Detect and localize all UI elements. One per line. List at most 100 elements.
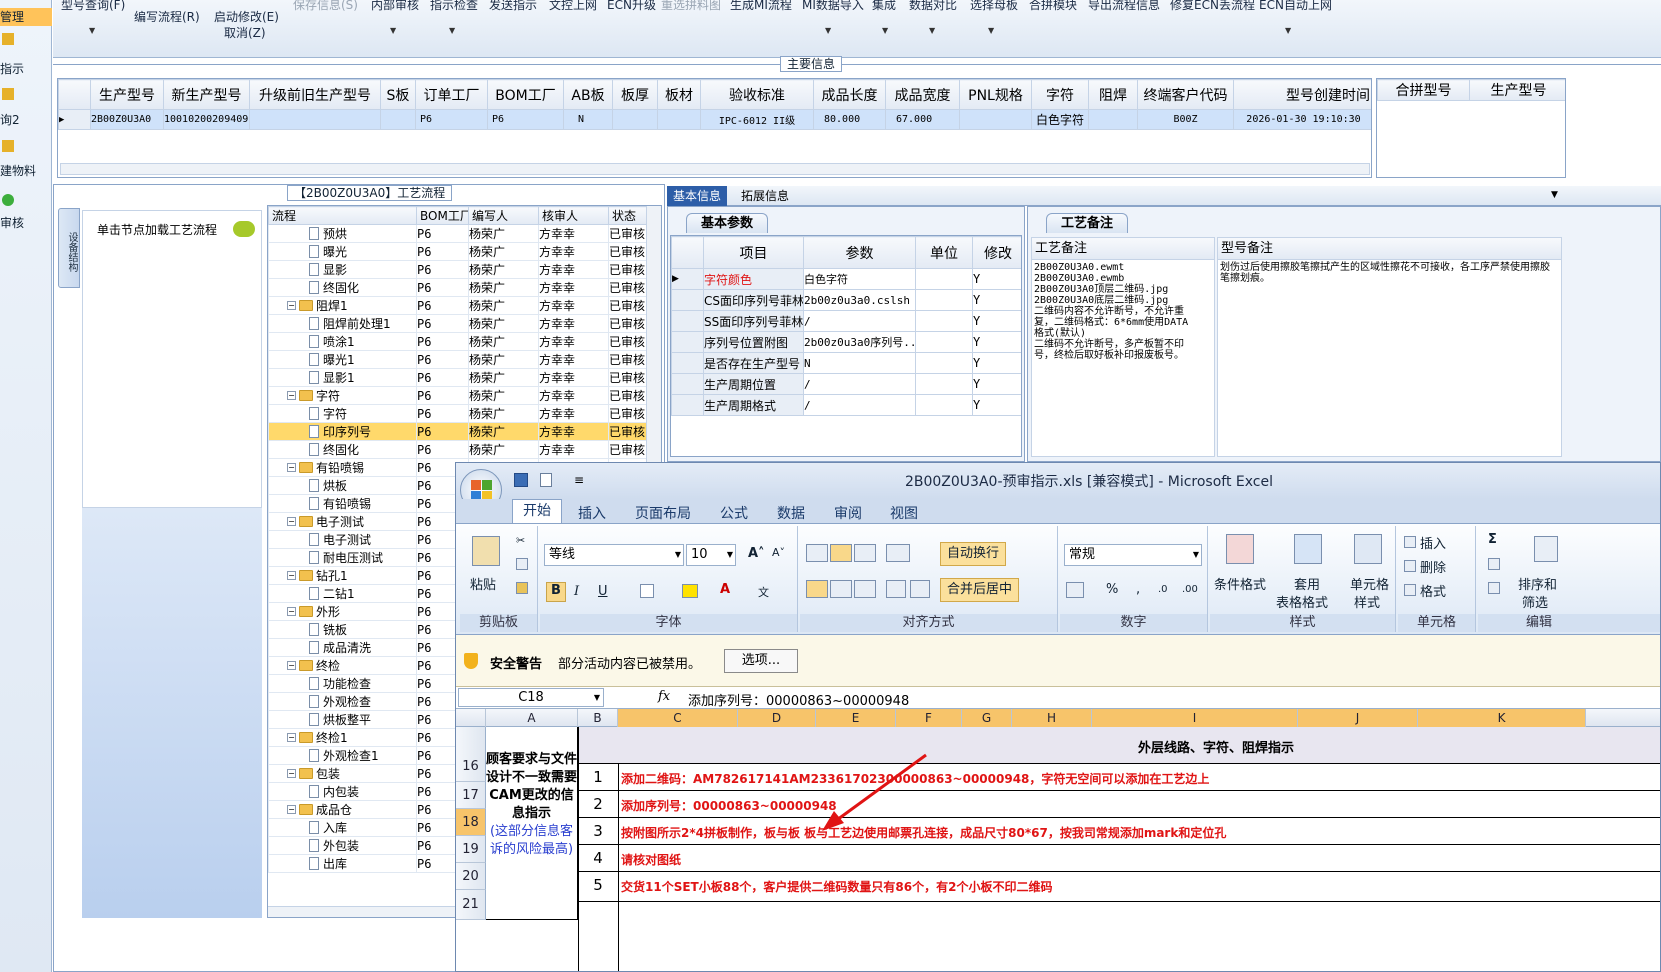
cell[interactable]: 字符颜色 (703, 268, 804, 290)
cell[interactable]: N (803, 352, 916, 374)
col-header[interactable]: PNL规格 (959, 79, 1032, 110)
collapse-icon[interactable]: − (287, 571, 296, 580)
mi-import-button[interactable]: MI数据导入 (802, 0, 864, 13)
cell-style-label[interactable]: 样式 (1354, 592, 1380, 611)
collapse-icon[interactable]: − (287, 301, 296, 310)
cell[interactable]: 2B00Z0U3A0 (90, 109, 164, 130)
chevron-down-icon[interactable]: ▼ (89, 26, 95, 35)
nav-item-review[interactable]: 审核 (0, 214, 52, 231)
row-header-18[interactable]: 18 (456, 809, 486, 836)
font-size-select[interactable]: 10 ▼ (686, 544, 736, 566)
model-note-text[interactable]: 划伤过后使用擦胶笔擦拭产生的区域性擦花不可接收，各工序严禁使用擦胶笔擦划痕。 (1218, 260, 1561, 286)
col-header[interactable]: 板厚 (612, 79, 658, 110)
col-header[interactable]: 生产型号 (90, 79, 164, 110)
instruction-text[interactable]: 交货11个SET小板88个，客户提供二维码数量只有86个，有2个小板不印二维码 (621, 878, 1052, 895)
table-row[interactable]: − 阻焊1 P6 杨荣广 方幸幸 已审核 (268, 296, 649, 315)
cell[interactable] (915, 331, 973, 353)
clear-icon[interactable] (1488, 582, 1500, 594)
collapse-icon[interactable]: − (287, 733, 296, 742)
collapse-icon[interactable]: − (287, 517, 296, 526)
chevron-down-icon[interactable]: ▼ (449, 26, 455, 35)
cell[interactable] (915, 373, 973, 395)
table-row[interactable]: 是否存在生产型号 N Y (671, 352, 1021, 374)
column-header-j[interactable]: J (1298, 709, 1418, 727)
chevron-down-icon[interactable]: ▼ (1551, 190, 1558, 200)
cell[interactable]: P6 (487, 109, 564, 130)
tab-insert[interactable]: 插入 (578, 503, 606, 523)
tree-node[interactable]: 铣板 (268, 620, 417, 639)
column-header-b[interactable]: B (578, 709, 618, 727)
chevron-down-icon[interactable]: ▼ (1285, 26, 1291, 35)
tree-node[interactable]: − 外形 (268, 602, 417, 621)
cut-icon[interactable]: ✂ (516, 534, 525, 547)
ecn-auto-online-button[interactable]: ECN自动上网 (1259, 0, 1332, 13)
options-button[interactable]: 选项... (724, 649, 798, 673)
merged-cell-a[interactable]: 顾客要求与文件设计不一致需要CAM更改的信息指示 (这部分信息客诉的风险最高) (486, 727, 578, 920)
fill-color-icon[interactable] (682, 584, 698, 598)
tree-node[interactable]: 字符 (268, 404, 417, 423)
tab-view[interactable]: 视图 (890, 503, 918, 523)
col-header[interactable]: 终端客户代码 (1137, 79, 1234, 110)
col-header[interactable]: 核审人 (538, 206, 609, 225)
basic-params-tab[interactable]: 基本参数 (686, 213, 769, 233)
tree-node[interactable]: − 有铅喷锡 (268, 458, 417, 477)
cell-style-button[interactable]: 单元格 (1350, 574, 1389, 593)
col-header[interactable]: 合拼型号 (1377, 79, 1470, 101)
table-row[interactable]: 字符 P6 杨荣广 方幸幸 已审核 (268, 404, 649, 423)
table-row[interactable]: CS面印序列号菲林 2b00z0u3a0.cslsh Y (671, 289, 1021, 311)
col-header[interactable]: BOM工厂 (487, 79, 564, 110)
column-header-e[interactable]: E (816, 709, 896, 727)
table-row[interactable]: 喷涂1 P6 杨荣广 方幸幸 已审核 (268, 332, 649, 351)
column-header-a[interactable]: A (486, 709, 578, 727)
col-header[interactable]: 订单工厂 (415, 79, 488, 110)
chevron-down-icon[interactable]: ▼ (988, 26, 994, 35)
process-notes-tab[interactable]: 工艺备注 (1046, 213, 1129, 233)
tree-node[interactable]: − 字符 (268, 386, 417, 405)
table-row[interactable]: 曝光1 P6 杨荣广 方幸幸 已审核 (268, 350, 649, 369)
row-header-17[interactable]: 17 (456, 782, 486, 809)
insert-icon[interactable] (1404, 536, 1416, 548)
cell[interactable]: 生产周期格式 (703, 394, 804, 416)
bold-icon[interactable]: B (546, 582, 566, 602)
cell[interactable]: 80.000 (813, 109, 886, 130)
table-row[interactable]: 终固化 P6 杨荣广 方幸幸 已审核 (268, 440, 649, 459)
start-modify-button[interactable]: 启动修改(E) (214, 8, 279, 25)
merge-center-button[interactable]: 合并后居中 (940, 578, 1020, 602)
cell[interactable]: IPC-6012 II级 (700, 109, 814, 130)
column-header-k[interactable]: K (1418, 709, 1586, 727)
tree-node[interactable]: 烘板 (268, 476, 417, 495)
header-cell[interactable]: 外层线路、字符、阻焊指示 (578, 727, 1660, 764)
column-header-d[interactable]: D (738, 709, 816, 727)
chevron-down-icon[interactable]: ▼ (882, 26, 888, 35)
save-info-button[interactable]: 保存信息(S) (293, 0, 358, 13)
cell[interactable] (915, 394, 973, 416)
tree-node[interactable]: 显影 (268, 260, 417, 279)
cell[interactable]: Y (972, 268, 1021, 290)
col-header[interactable]: 单位 (915, 236, 973, 269)
tab-home[interactable]: 开始 (512, 499, 562, 523)
sheet-row[interactable]: 1 添加二维码：AM782617141AM23361702300000863~00… (578, 764, 1660, 791)
tree-node[interactable]: − 终检 (268, 656, 417, 675)
cell[interactable]: Y (972, 289, 1021, 311)
align-middle-icon[interactable] (830, 544, 852, 562)
tree-node[interactable]: 二钻1 (268, 584, 417, 603)
cell[interactable]: Y (972, 331, 1021, 353)
table-row[interactable]: ▶ 字符颜色 白色字符 Y (671, 268, 1021, 290)
cell[interactable] (612, 109, 658, 130)
column-header-h[interactable]: H (1012, 709, 1092, 727)
model-query-button[interactable]: 型号查询(F) (61, 0, 125, 13)
cell[interactable] (657, 109, 701, 130)
collapse-icon[interactable]: − (287, 805, 296, 814)
cell[interactable]: SS面印序列号菲林 (703, 310, 804, 332)
chevron-down-icon[interactable]: ▼ (390, 26, 396, 35)
column-header-g[interactable]: G (962, 709, 1012, 727)
font-color-icon[interactable]: A (720, 582, 730, 597)
row-header-16[interactable]: 16 (456, 727, 486, 782)
col-header[interactable]: 项目 (703, 236, 804, 269)
col-header[interactable]: 阻焊 (1088, 79, 1138, 110)
tree-node[interactable]: − 钻孔1 (268, 566, 417, 585)
device-structure-tab[interactable]: 设备结构 (58, 208, 80, 288)
delete-icon[interactable] (1404, 560, 1416, 572)
table-row[interactable]: ▶ 2B00Z0U3A0 10010200209409 P6 P6 N IPC-… (58, 109, 1371, 130)
tree-node[interactable]: 显影1 (268, 368, 417, 387)
